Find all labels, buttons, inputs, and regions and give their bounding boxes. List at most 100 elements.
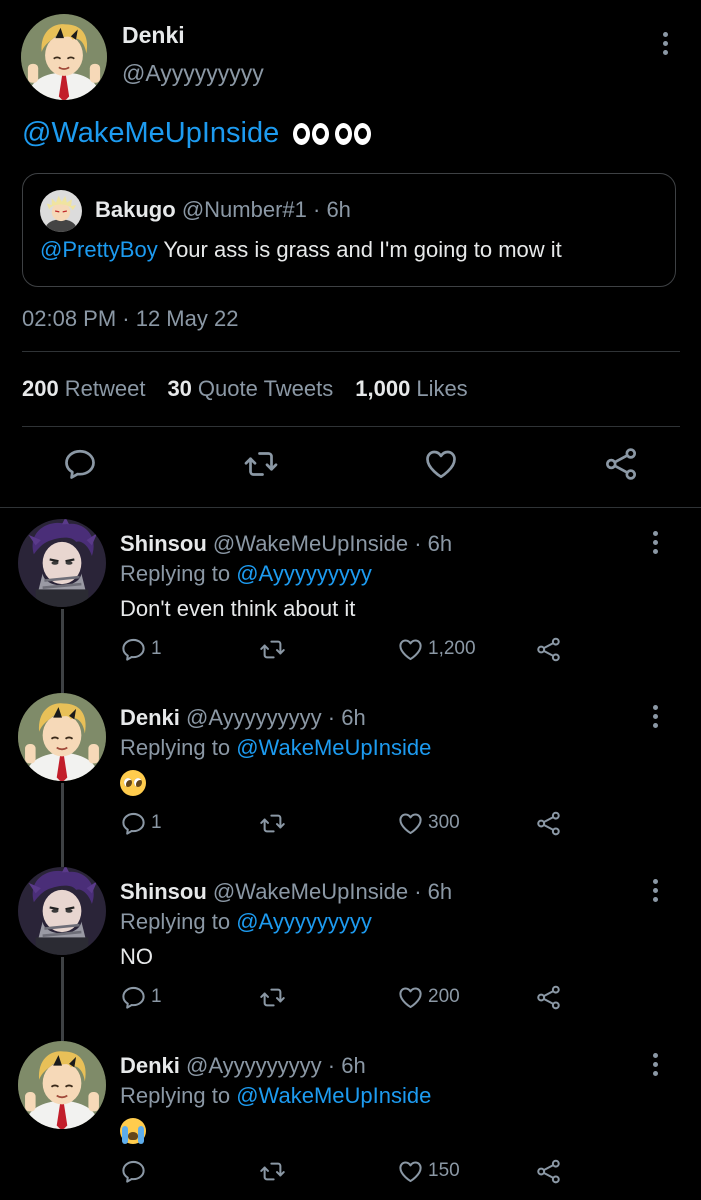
- reply-button[interactable]: [120, 1156, 151, 1186]
- reply-icon: [120, 1158, 147, 1185]
- retweet-icon: [259, 984, 286, 1011]
- like-icon: [397, 810, 424, 837]
- more-options-icon[interactable]: [651, 705, 659, 728]
- retweet-icon[interactable]: [243, 446, 279, 482]
- share-button[interactable]: [535, 982, 562, 1012]
- reply-actions: 1 1,200: [120, 634, 580, 664]
- more-options-icon[interactable]: [651, 531, 659, 554]
- like-icon: [397, 636, 424, 663]
- reply-button[interactable]: 1: [120, 982, 162, 1012]
- tweet-time: · 6h: [313, 197, 351, 222]
- quote-tweets-stat[interactable]: 30 Quote Tweets: [167, 376, 333, 402]
- retweet-icon: [259, 810, 286, 837]
- replying-to: Replying to @Ayyyyyyyyy: [120, 909, 372, 934]
- mention-link[interactable]: @WakeMeUpInside: [236, 1083, 431, 1108]
- tweet-actions: [0, 446, 701, 490]
- mention-link[interactable]: @WakeMeUpInside: [236, 735, 431, 760]
- reply-header: Shinsou @WakeMeUpInside · 6h: [120, 531, 452, 557]
- reply-tweet[interactable]: Shinsou @WakeMeUpInside · 6h Replying to…: [0, 857, 701, 1031]
- like-icon: [397, 984, 424, 1011]
- replying-to: Replying to @WakeMeUpInside: [120, 735, 432, 760]
- retweet-icon: [259, 1158, 286, 1185]
- author-handle[interactable]: @WakeMeUpInside: [213, 879, 408, 904]
- quoted-tweet[interactable]: Bakugo @Number#1 · 6h @PrettyBoy Your as…: [22, 173, 676, 287]
- author-name[interactable]: Shinsou: [120, 531, 207, 556]
- reply-button[interactable]: 1: [120, 634, 162, 664]
- tweet-timestamp: 02:08 PM · 12 May 22: [22, 306, 239, 331]
- reply-button[interactable]: 1: [120, 808, 162, 838]
- like-icon: [397, 1158, 424, 1185]
- author-handle[interactable]: @Ayyyyyyyyy: [186, 705, 322, 730]
- tweet-time: · 6h: [327, 1053, 366, 1078]
- share-icon: [535, 984, 562, 1011]
- more-options-icon[interactable]: [651, 1053, 659, 1076]
- retweets-stat[interactable]: 200 Retweet: [22, 376, 145, 402]
- author-name[interactable]: Denki: [120, 1053, 180, 1078]
- replying-to: Replying to @WakeMeUpInside: [120, 1083, 432, 1108]
- avatar[interactable]: [18, 867, 106, 955]
- like-button[interactable]: 300: [397, 808, 460, 838]
- like-icon[interactable]: [423, 446, 459, 482]
- author-name[interactable]: Denki: [120, 705, 180, 730]
- share-icon: [535, 1158, 562, 1185]
- pleading-face-emoji: [120, 770, 146, 796]
- author-name[interactable]: Shinsou: [120, 879, 207, 904]
- tweet-text: @WakeMeUpInside: [22, 117, 372, 150]
- share-button[interactable]: [535, 808, 562, 838]
- author-handle[interactable]: @Ayyyyyyyyy: [186, 1053, 322, 1078]
- retweet-button[interactable]: [259, 634, 286, 664]
- share-button[interactable]: [535, 1156, 562, 1186]
- reply-actions: 150: [120, 1156, 580, 1186]
- author-name[interactable]: Denki: [122, 22, 185, 49]
- author-name: Bakugo: [95, 197, 176, 222]
- tweet-time: · 6h: [327, 705, 366, 730]
- mention-link[interactable]: @Ayyyyyyyyy: [236, 909, 372, 934]
- reply-icon: [120, 810, 147, 837]
- mention-link[interactable]: @PrettyBoy: [40, 237, 158, 262]
- avatar[interactable]: [18, 1041, 106, 1129]
- reply-text: Don't even think about it: [120, 596, 356, 621]
- retweet-icon: [259, 636, 286, 663]
- reply-icon[interactable]: [62, 446, 98, 482]
- mention-link[interactable]: @WakeMeUpInside: [22, 117, 279, 150]
- reply-actions: 1 200: [120, 982, 580, 1012]
- reply-tweet[interactable]: Denki @Ayyyyyyyyy · 6h Replying to @Wake…: [0, 683, 701, 857]
- reply-tweet[interactable]: Shinsou @WakeMeUpInside · 6h Replying to…: [0, 509, 701, 683]
- more-options-icon[interactable]: [651, 879, 659, 902]
- author-handle: @Number#1: [181, 197, 307, 222]
- avatar: [40, 190, 82, 232]
- tweet-time: · 6h: [414, 531, 453, 556]
- loudly-crying-face-emoji: [120, 1118, 146, 1144]
- share-icon[interactable]: [603, 446, 639, 482]
- replying-to: Replying to @Ayyyyyyyyy: [120, 561, 372, 586]
- tweet-stats: 200 Retweet 30 Quote Tweets 1,000 Likes: [22, 376, 468, 402]
- likes-stat[interactable]: 1,000 Likes: [355, 376, 467, 402]
- quoted-tweet-text: @PrettyBoy Your ass is grass and I'm goi…: [40, 237, 562, 263]
- mention-link[interactable]: @Ayyyyyyyyy: [236, 561, 372, 586]
- author-handle[interactable]: @Ayyyyyyyyy: [122, 60, 264, 87]
- like-button[interactable]: 150: [397, 1156, 460, 1186]
- reply-header: Denki @Ayyyyyyyyy · 6h: [120, 705, 366, 731]
- retweet-button[interactable]: [259, 808, 286, 838]
- avatar[interactable]: [18, 519, 106, 607]
- reply-text: [120, 1118, 146, 1150]
- retweet-button[interactable]: [259, 1156, 286, 1186]
- reply-header: Denki @Ayyyyyyyyy · 6h: [120, 1053, 366, 1079]
- like-button[interactable]: 200: [397, 982, 460, 1012]
- divider: [22, 426, 680, 427]
- reply-actions: 1 300: [120, 808, 580, 838]
- eyes-emoji: [293, 122, 372, 145]
- like-button[interactable]: 1,200: [397, 634, 476, 664]
- reply-header: Shinsou @WakeMeUpInside · 6h: [120, 879, 452, 905]
- author-handle[interactable]: @WakeMeUpInside: [213, 531, 408, 556]
- more-options-icon[interactable]: [661, 32, 669, 55]
- avatar[interactable]: [18, 693, 106, 781]
- reply-text: [120, 770, 146, 802]
- reply-text: NO: [120, 944, 153, 969]
- reply-tweet[interactable]: Denki @Ayyyyyyyyy · 6h Replying to @Wake…: [0, 1031, 701, 1200]
- reply-icon: [120, 984, 147, 1011]
- retweet-button[interactable]: [259, 982, 286, 1012]
- avatar[interactable]: [21, 14, 107, 100]
- share-button[interactable]: [535, 634, 562, 664]
- share-icon: [535, 636, 562, 663]
